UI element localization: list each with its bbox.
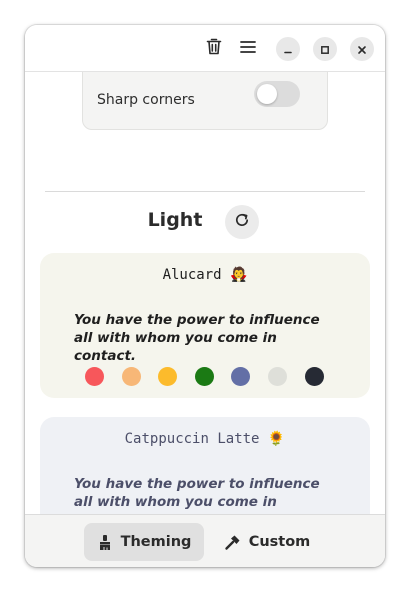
tab-theming-label: Theming bbox=[120, 534, 192, 550]
color-swatch bbox=[268, 367, 287, 386]
color-swatch bbox=[121, 367, 141, 386]
color-swatch bbox=[158, 367, 178, 386]
sharp-corners-switch[interactable] bbox=[254, 81, 300, 107]
scrollable-content[interactable]: Sharp corners Light Alucard 🧛 You have t… bbox=[25, 72, 385, 514]
minimize-button[interactable] bbox=[276, 37, 300, 61]
options-card: Sharp corners bbox=[82, 72, 328, 130]
refresh-icon bbox=[234, 212, 250, 232]
color-swatch bbox=[194, 367, 214, 386]
trash-icon bbox=[206, 38, 222, 59]
switch-knob bbox=[257, 84, 277, 104]
tab-theming[interactable]: Theming bbox=[84, 523, 204, 561]
section-title: Light bbox=[147, 209, 203, 231]
header-bar bbox=[25, 25, 385, 72]
bottom-view-switcher: Theming Custom bbox=[25, 514, 385, 567]
maximize-icon bbox=[320, 40, 330, 59]
minimize-icon bbox=[283, 40, 293, 59]
theme-name: Catppuccin Latte 🌻 bbox=[124, 431, 286, 447]
hammer-icon bbox=[224, 534, 241, 551]
theme-quote: You have the power to influence all with… bbox=[74, 476, 320, 514]
color-swatch bbox=[304, 367, 324, 386]
theme-name: Alucard 🧛 bbox=[162, 267, 248, 283]
paintbrush-icon bbox=[97, 534, 113, 551]
delete-button[interactable] bbox=[202, 36, 226, 60]
tab-custom-label: Custom bbox=[248, 534, 311, 550]
main-menu-button[interactable] bbox=[236, 36, 260, 60]
section-divider bbox=[45, 191, 365, 192]
theme-card-catppuccin-latte[interactable]: Catppuccin Latte 🌻 You have the power to… bbox=[40, 417, 370, 514]
theme-quote: You have the power to influence all with… bbox=[74, 312, 320, 364]
color-swatch bbox=[231, 367, 251, 386]
hamburger-menu-icon bbox=[240, 39, 256, 58]
theme-card-alucard[interactable]: Alucard 🧛 You have the power to influenc… bbox=[40, 253, 370, 398]
close-button[interactable] bbox=[350, 37, 374, 61]
refresh-button[interactable] bbox=[225, 205, 259, 239]
maximize-button[interactable] bbox=[313, 37, 337, 61]
app-window: Sharp corners Light Alucard 🧛 You have t… bbox=[25, 25, 385, 567]
close-icon bbox=[357, 40, 367, 59]
sharp-corners-label: Sharp corners bbox=[97, 92, 195, 108]
color-swatch bbox=[85, 367, 104, 386]
theme-swatches bbox=[85, 367, 335, 387]
tab-custom[interactable]: Custom bbox=[216, 523, 318, 561]
